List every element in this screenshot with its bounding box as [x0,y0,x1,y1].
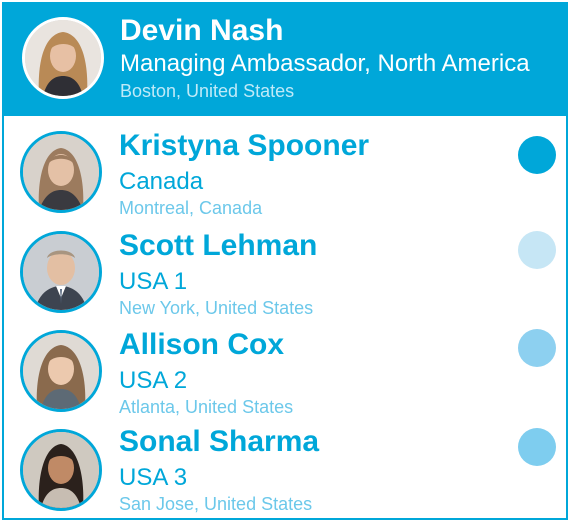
member-name: Allison Cox [119,328,285,361]
avatar [20,330,102,412]
status-dot [518,136,556,174]
member-location: Montreal, Canada [119,198,263,218]
avatar-image [23,333,99,409]
header-role: Managing Ambassador, North America [120,50,530,77]
status-dot [518,329,556,367]
avatar [22,17,104,99]
member-role: USA 3 [119,464,188,491]
header-name: Devin Nash [120,14,284,47]
member-role: USA 2 [119,367,188,394]
member-name: Scott Lehman [119,229,318,262]
member-role: Canada [119,168,204,195]
header-location: Boston, United States [120,81,295,101]
avatar [20,231,102,313]
member-location: San Jose, United States [119,494,313,514]
member-name: Kristyna Spooner [119,129,370,162]
member-role: USA 1 [119,268,188,295]
ambassador-card: Devin Nash Managing Ambassador, North Am… [2,2,568,520]
status-dot [518,231,556,269]
avatar-image [23,432,99,508]
avatar-image [23,234,99,310]
avatar-image [25,20,101,96]
member-location: Atlanta, United States [119,397,294,417]
divider [4,116,566,122]
avatar [20,131,102,213]
member-name: Sonal Sharma [119,425,320,458]
avatar [20,429,102,511]
header-profile[interactable]: Devin Nash Managing Ambassador, North Am… [4,4,566,116]
status-dot [518,428,556,466]
avatar-image [23,134,99,210]
member-location: New York, United States [119,298,314,318]
